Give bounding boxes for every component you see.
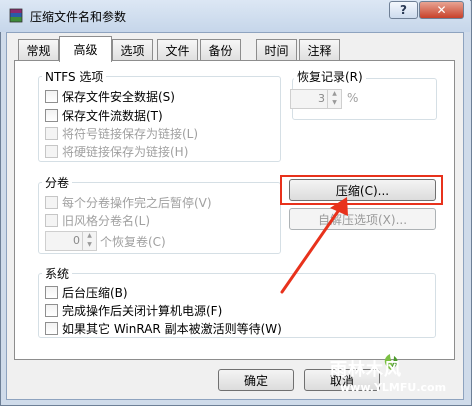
watermark-brand: 雨林木风 [330, 360, 402, 380]
ok-button[interactable]: 确定 [218, 369, 294, 391]
watermark-url: www.YLMFU.com [340, 381, 447, 394]
tab-advanced[interactable]: 高级 [59, 36, 112, 62]
tab-label: 高级 [73, 43, 98, 57]
